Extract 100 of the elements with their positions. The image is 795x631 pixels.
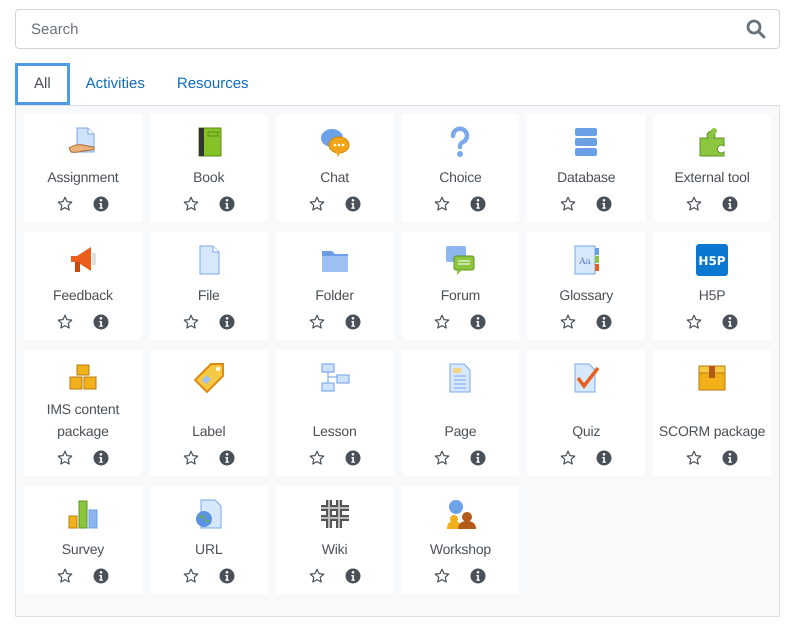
info-icon[interactable]	[92, 314, 109, 330]
module-name: Folder	[315, 286, 354, 305]
star-icon[interactable]	[56, 450, 73, 466]
star-icon[interactable]	[434, 196, 450, 212]
module-name: Lesson	[312, 422, 357, 441]
module-name: External tool	[674, 168, 750, 187]
info-icon[interactable]	[344, 568, 361, 584]
star-icon[interactable]	[434, 568, 450, 584]
wiki-icon	[318, 498, 351, 530]
module-card[interactable]: Book	[150, 114, 268, 222]
star-icon[interactable]	[308, 196, 325, 212]
module-name: Assignment	[47, 168, 118, 187]
star-icon[interactable]	[434, 314, 450, 330]
module-card[interactable]: Choice	[402, 114, 520, 222]
module-name: Wiki	[322, 540, 348, 559]
speech-bubbles-icon	[318, 126, 351, 158]
module-name: URL	[195, 540, 222, 559]
star-icon[interactable]	[560, 450, 576, 466]
star-icon[interactable]	[56, 314, 73, 330]
info-icon[interactable]	[92, 450, 109, 466]
module-card[interactable]: Survey	[24, 486, 142, 594]
module-card[interactable]: Lesson	[276, 350, 394, 476]
info-icon[interactable]	[722, 314, 738, 330]
info-icon[interactable]	[218, 196, 235, 212]
module-card[interactable]: IMS content package	[24, 350, 142, 476]
module-name: Book	[193, 168, 224, 187]
module-card[interactable]: Assignment	[24, 114, 142, 222]
info-icon[interactable]	[218, 314, 235, 330]
star-icon[interactable]	[308, 568, 325, 584]
info-icon[interactable]	[218, 568, 235, 584]
info-icon[interactable]	[218, 450, 235, 466]
info-icon[interactable]	[722, 196, 738, 212]
module-name: SCORM package	[658, 422, 766, 441]
star-icon[interactable]	[560, 314, 576, 330]
module-card[interactable]: Feedback	[24, 232, 142, 340]
star-icon[interactable]	[182, 196, 199, 212]
info-icon[interactable]	[92, 568, 109, 584]
module-card[interactable]: Label	[150, 350, 268, 476]
star-icon[interactable]	[686, 314, 702, 330]
module-card[interactable]: Page	[402, 350, 520, 476]
search-icon	[746, 19, 766, 39]
info-icon[interactable]	[344, 450, 361, 466]
info-icon[interactable]	[470, 450, 486, 466]
info-icon[interactable]	[470, 568, 486, 584]
info-icon[interactable]	[596, 196, 612, 212]
module-card[interactable]: Folder	[276, 232, 394, 340]
module-name: Feedback	[52, 286, 113, 305]
star-icon[interactable]	[308, 314, 325, 330]
module-name: Quiz	[572, 422, 600, 441]
module-card[interactable]: H5P H5P	[653, 232, 771, 340]
star-icon[interactable]	[56, 196, 73, 212]
star-icon[interactable]	[182, 314, 199, 330]
star-icon[interactable]	[560, 196, 576, 212]
module-name: Page	[444, 422, 476, 441]
info-icon[interactable]	[470, 314, 486, 330]
module-name: IMS content package	[46, 400, 120, 441]
h5p-logo-icon: H5P	[696, 244, 728, 276]
info-icon[interactable]	[596, 314, 612, 330]
info-icon[interactable]	[722, 450, 738, 466]
module-name: H5P	[698, 286, 726, 305]
info-icon[interactable]	[596, 450, 612, 466]
module-card[interactable]: SCORM package	[653, 350, 771, 476]
module-name: Workshop	[430, 540, 491, 559]
star-icon[interactable]	[182, 450, 199, 466]
tag-icon	[192, 362, 225, 394]
module-name: Chat	[320, 168, 349, 187]
module-name: Glossary	[559, 286, 614, 305]
tab[interactable]: Resources	[160, 63, 265, 105]
info-icon[interactable]	[470, 196, 486, 212]
star-icon[interactable]	[686, 450, 702, 466]
flowchart-icon	[318, 362, 351, 394]
tab[interactable]: All	[15, 63, 70, 105]
module-name: Choice	[439, 168, 482, 187]
module-card[interactable]: External tool	[653, 114, 771, 222]
info-icon[interactable]	[92, 196, 109, 212]
module-name: Survey	[62, 540, 104, 559]
info-icon[interactable]	[344, 314, 361, 330]
module-card[interactable]: Wiki	[276, 486, 394, 594]
star-icon[interactable]	[686, 196, 702, 212]
star-icon[interactable]	[182, 568, 199, 584]
search-field[interactable]: Search	[15, 9, 780, 49]
module-card[interactable]: Chat	[276, 114, 394, 222]
module-name: Forum	[440, 286, 480, 305]
module-card[interactable]: Workshop	[402, 486, 520, 594]
star-icon[interactable]	[308, 450, 325, 466]
module-card[interactable]: Forum	[402, 232, 520, 340]
tab[interactable]: Activities	[70, 63, 161, 105]
star-icon[interactable]	[434, 450, 450, 466]
module-name: Label	[192, 422, 226, 441]
module-card[interactable]: Quiz	[527, 350, 646, 476]
bar-chart-icon	[66, 498, 99, 530]
module-card[interactable]: Aa Glossary	[527, 232, 646, 340]
info-icon[interactable]	[344, 196, 361, 212]
star-icon[interactable]	[56, 568, 73, 584]
module-name: File	[198, 286, 220, 305]
speech-bubbles-icon	[444, 244, 476, 276]
module-card[interactable]: Database	[527, 114, 646, 222]
module-card[interactable]: URL	[150, 486, 268, 594]
module-card[interactable]: File	[150, 232, 268, 340]
people-icon	[444, 498, 476, 530]
